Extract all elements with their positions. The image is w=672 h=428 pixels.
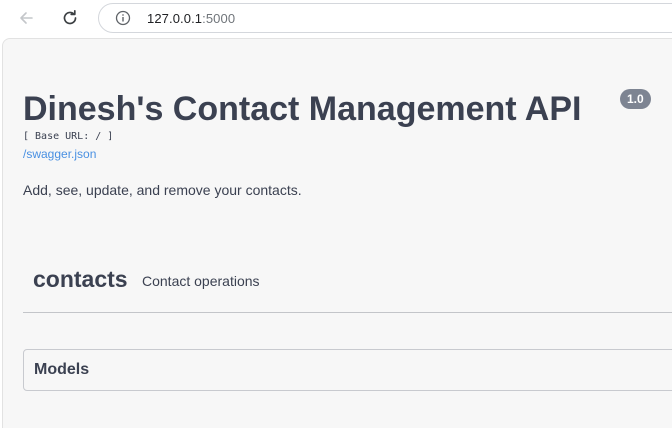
arrow-left-icon	[20, 12, 33, 24]
url-host: 127.0.0.1	[147, 11, 203, 26]
info-icon[interactable]	[115, 10, 131, 26]
tag-name: contacts	[33, 266, 128, 292]
reload-icon	[63, 9, 77, 25]
api-description: Add, see, update, and remove your contac…	[23, 182, 302, 198]
base-url: [ Base URL: / ]	[23, 131, 114, 142]
tag-description: Contact operations	[142, 273, 260, 289]
reload-button[interactable]	[58, 6, 82, 30]
swagger-page: Dinesh's Contact Management API 1.0 [ Ba…	[2, 38, 672, 428]
url-text: 127.0.0.1:5000	[147, 11, 235, 26]
version-badge: 1.0	[620, 89, 651, 109]
url-port: :5000	[202, 11, 236, 26]
api-title: Dinesh's Contact Management API	[23, 90, 582, 128]
swagger-json-link[interactable]: /swagger.json	[23, 147, 96, 161]
browser-toolbar: 127.0.0.1:5000	[0, 0, 672, 37]
address-bar[interactable]: 127.0.0.1:5000	[98, 3, 672, 33]
back-button[interactable]	[14, 6, 38, 30]
tag-contacts[interactable]: contacts Contact operations	[23, 257, 672, 313]
models-title: Models	[34, 361, 90, 378]
models-section[interactable]: Models	[23, 349, 672, 391]
